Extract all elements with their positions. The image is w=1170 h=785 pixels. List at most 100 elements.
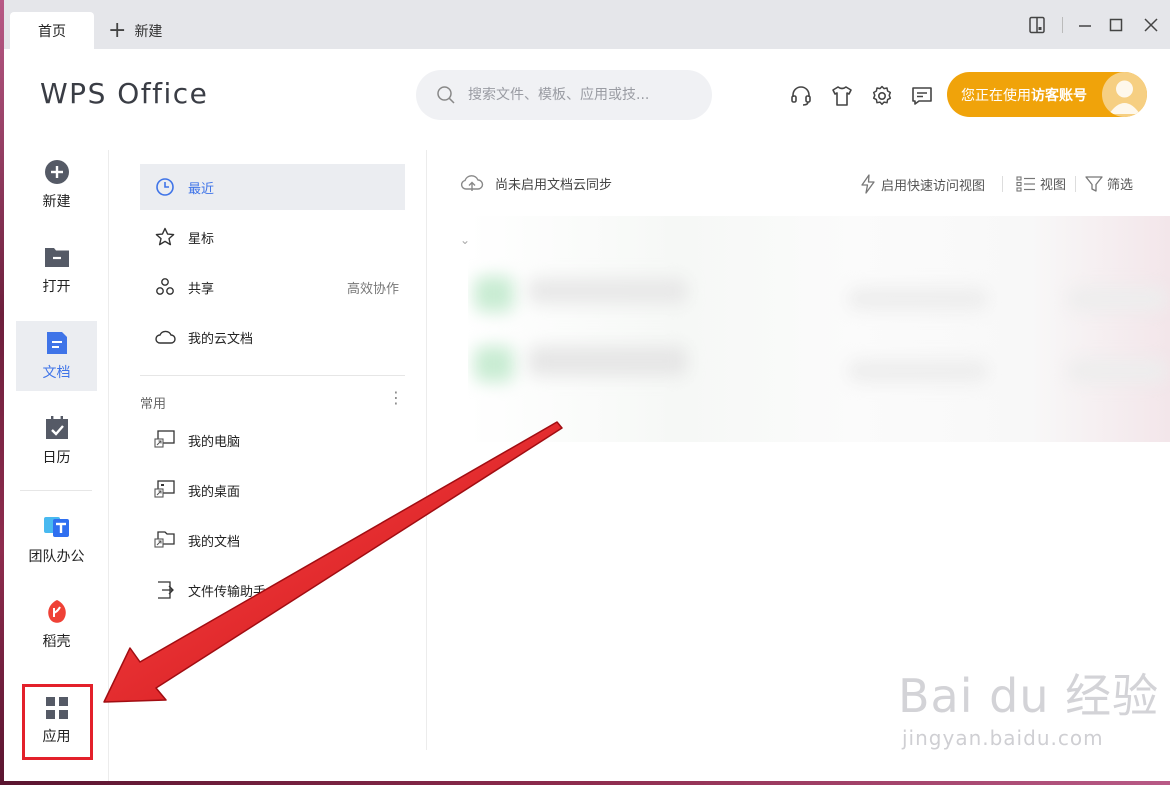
search-icon <box>437 86 455 104</box>
minimize-icon <box>1079 25 1091 27</box>
account-prefix: 您正在使用 <box>961 87 1031 104</box>
gear-icon <box>872 85 892 106</box>
mid-item-starred-label: 星标 <box>188 231 215 247</box>
section-title-common: 常用 <box>140 397 167 412</box>
blurred-location <box>848 288 988 310</box>
document-icon <box>46 332 67 354</box>
filter-button[interactable]: 筛选 <box>1085 174 1133 193</box>
customer-service-button[interactable] <box>788 83 814 109</box>
skin-button[interactable] <box>829 83 855 109</box>
common-item-my-computer[interactable]: 我的电脑 <box>140 417 405 463</box>
feedback-button[interactable] <box>909 83 935 109</box>
baidu-watermark: Bai du 经验 jingyan.baidu.com <box>898 660 1160 750</box>
docer-icon <box>47 600 66 623</box>
nav-documents-label: 文档 <box>42 365 71 381</box>
left-navigation: 新建 打开 文档 日历 团队办公 稻壳 应用 <box>4 150 109 781</box>
view-button[interactable]: 视图 <box>1016 174 1066 193</box>
nav-team-office-label: 团队办公 <box>28 549 85 565</box>
common-item-my-computer-label: 我的电脑 <box>188 434 241 450</box>
nav-divider <box>20 490 92 491</box>
blurred-file-name-2 <box>528 346 688 376</box>
mid-item-shared[interactable]: 共享 高效协作 <box>140 264 405 310</box>
close-button[interactable] <box>1137 12 1165 38</box>
nav-team-office[interactable]: 团队办公 <box>16 505 97 575</box>
nav-open-label: 打开 <box>42 279 71 295</box>
nav-docer-label: 稻壳 <box>42 634 71 650</box>
cloud-upload-icon <box>460 175 484 191</box>
mid-item-cloud-docs-label: 我的云文档 <box>188 331 254 347</box>
common-item-file-transfer-label: 文件传输助手 <box>188 584 267 600</box>
message-icon <box>912 87 932 105</box>
cloud-icon <box>154 326 176 348</box>
cloud-sync-text: 尚未启用文档云同步 <box>495 177 613 193</box>
common-item-file-transfer[interactable]: 文件传输助手 <box>140 567 405 613</box>
nav-calendar-label: 日历 <box>42 450 71 466</box>
team-icon <box>43 517 69 537</box>
filter-label: 筛选 <box>1107 178 1134 193</box>
star-icon <box>154 226 176 248</box>
plus-circle-icon <box>44 160 69 184</box>
toolbar-divider-2 <box>1075 176 1076 192</box>
nav-open[interactable]: 打开 <box>16 235 97 305</box>
user-avatar-icon <box>1109 80 1140 114</box>
title-bar: 首页 + 新建 <box>4 0 1170 49</box>
avatar[interactable] <box>1102 72 1147 117</box>
maximize-button[interactable] <box>1102 12 1130 38</box>
desktop-shortcut-icon <box>154 479 176 501</box>
layout-icon <box>1029 16 1045 34</box>
mid-item-starred[interactable]: 星标 <box>140 214 405 260</box>
search-box[interactable] <box>416 70 712 120</box>
quick-access-button[interactable]: 启用快速访问视图 <box>859 174 985 194</box>
nav-calendar[interactable]: 日历 <box>16 406 97 476</box>
tshirt-icon <box>832 86 852 106</box>
mid-item-recent[interactable]: 最近 <box>140 164 405 210</box>
layout-toggle-button[interactable] <box>1023 12 1051 38</box>
toolbar-divider <box>1002 176 1003 192</box>
share-icon <box>154 276 176 298</box>
blurred-file-name <box>528 278 688 304</box>
computer-shortcut-icon <box>154 429 176 451</box>
mid-item-shared-label: 共享 <box>188 281 215 297</box>
account-type: 访客账号 <box>1031 87 1087 104</box>
watermark-main: Bai du 经验 <box>898 669 1160 723</box>
watermark-sub: jingyan.baidu.com <box>902 726 1104 750</box>
lightning-icon <box>861 174 875 194</box>
blurred-location-2 <box>848 360 988 382</box>
blurred-file-list <box>468 216 1170 442</box>
wps-window: 首页 + 新建 WPS Office 您正在使用访客 <box>4 0 1170 781</box>
account-button[interactable]: 您正在使用访客账号 <box>947 72 1147 117</box>
headset-icon <box>791 86 811 106</box>
search-input[interactable] <box>466 86 700 104</box>
view-label: 视图 <box>1040 178 1067 193</box>
tab-new-label: 新建 <box>134 23 163 40</box>
minimize-button[interactable] <box>1071 12 1099 38</box>
blurred-time <box>1068 288 1168 310</box>
blurred-file-icon <box>474 276 514 312</box>
mid-item-recent-label: 最近 <box>188 181 215 197</box>
filter-icon <box>1085 175 1103 192</box>
calendar-icon <box>45 416 68 439</box>
annotation-highlight-box <box>22 684 93 760</box>
nav-new-label: 新建 <box>42 194 71 210</box>
common-item-my-desktop[interactable]: 我的桌面 <box>140 467 405 513</box>
mid-item-cloud-docs[interactable]: 我的云文档 <box>140 314 405 360</box>
nav-documents[interactable]: 文档 <box>16 321 97 391</box>
mid-divider <box>140 375 405 376</box>
settings-button[interactable] <box>869 83 895 109</box>
account-text: 您正在使用访客账号 <box>961 85 1087 105</box>
documents-shortcut-icon <box>154 529 176 551</box>
tab-new-button[interactable]: + 新建 <box>108 12 162 49</box>
more-options-button[interactable]: ⋮ <box>388 390 404 406</box>
plus-icon: + <box>108 17 127 43</box>
nav-docer[interactable]: 稻壳 <box>16 590 97 660</box>
transfer-icon <box>154 579 176 601</box>
document-sidebar: 最近 星标 共享 高效协作 我的云文档 常用 ⋮ 我的电脑 我的桌面 我的文档 <box>109 150 427 750</box>
close-icon <box>1144 18 1158 32</box>
collaboration-link[interactable]: 高效协作 <box>347 278 399 297</box>
common-item-my-documents[interactable]: 我的文档 <box>140 517 405 563</box>
cloud-sync-status[interactable]: 尚未启用文档云同步 <box>459 172 612 194</box>
nav-new[interactable]: 新建 <box>16 150 97 220</box>
folder-icon <box>44 248 69 267</box>
tab-home[interactable]: 首页 <box>10 12 94 49</box>
common-item-my-documents-label: 我的文档 <box>188 534 241 550</box>
